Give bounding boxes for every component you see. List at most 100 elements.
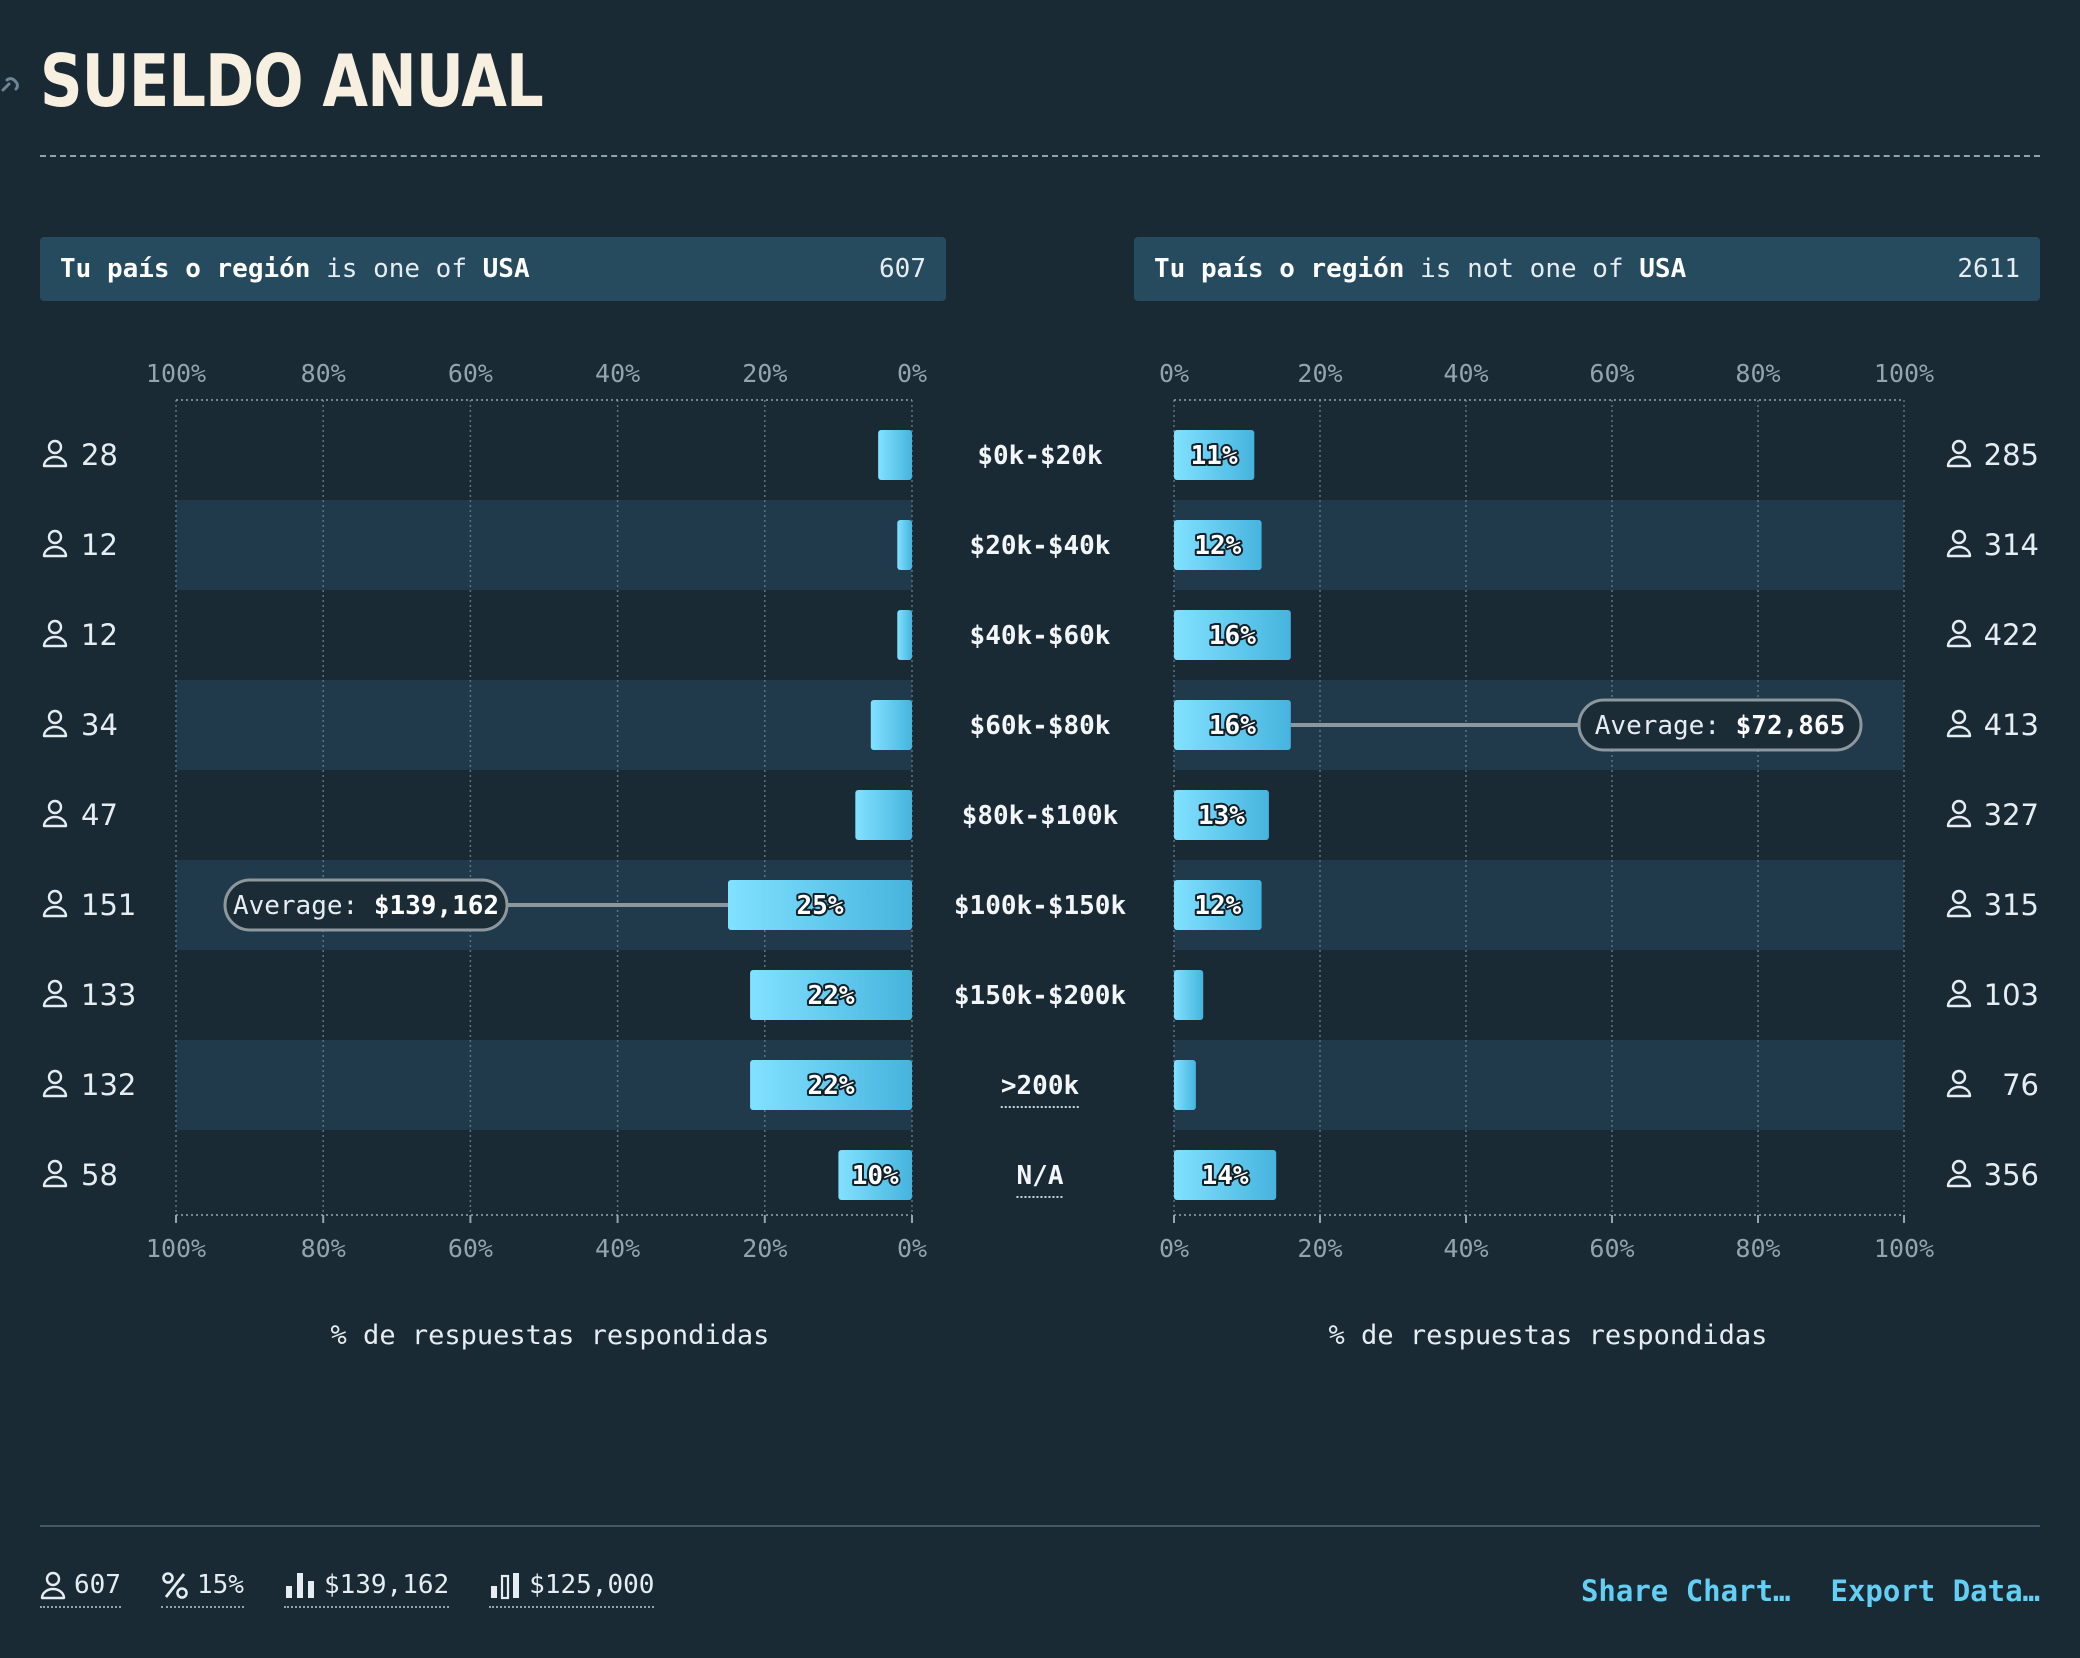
right-count: 356 xyxy=(1984,1158,2039,1192)
left-top-tick-label: 40% xyxy=(595,359,640,388)
left-person-icon xyxy=(42,709,68,738)
right-bar-label: 12% xyxy=(1194,531,1241,561)
right-row-band xyxy=(1174,500,1904,590)
right-row-band xyxy=(1174,1040,1904,1130)
category-label: >200k xyxy=(1001,1071,1080,1101)
left-row-band xyxy=(176,500,912,590)
left-bar xyxy=(878,430,912,480)
right-bottom-tick-label: 100% xyxy=(1874,1234,1934,1263)
left-top-tick-label: 20% xyxy=(742,359,787,388)
category-label: $0k-$20k xyxy=(977,441,1103,471)
right-count: 76 xyxy=(2002,1068,2039,1102)
respondents-stat[interactable]: 607 xyxy=(40,1570,121,1608)
left-count: 132 xyxy=(81,1068,136,1102)
left-person-icon xyxy=(42,439,68,468)
share-chart-button[interactable]: Share Chart… xyxy=(1581,1574,1791,1608)
right-bar-label: 16% xyxy=(1209,711,1256,741)
right-bottom-tick-label: 60% xyxy=(1589,1234,1634,1263)
right-bottom-tick-label: 80% xyxy=(1735,1234,1780,1263)
right-count: 315 xyxy=(1984,888,2039,922)
right-top-tick-label: 100% xyxy=(1874,359,1934,388)
left-person-icon xyxy=(42,529,68,558)
category-label: N/A xyxy=(1017,1161,1064,1191)
left-count: 34 xyxy=(81,708,118,742)
left-bar xyxy=(897,520,912,570)
category-label: $150k-$200k xyxy=(954,981,1127,1011)
right-person-icon xyxy=(1946,1069,1972,1098)
right-top-tick-label: 0% xyxy=(1159,359,1189,388)
average-chart-icon xyxy=(285,1573,314,1598)
left-bar-label: 25% xyxy=(797,891,844,921)
left-top-tick-label: 80% xyxy=(301,359,346,388)
export-data-button[interactable]: Export Data… xyxy=(1830,1574,2040,1608)
left-person-icon xyxy=(42,889,68,918)
right-bar-label: 11% xyxy=(1191,441,1238,471)
left-top-tick-label: 0% xyxy=(897,359,927,388)
right-bottom-tick-label: 40% xyxy=(1443,1234,1488,1263)
left-count: 151 xyxy=(81,888,136,922)
left-bottom-tick-label: 0% xyxy=(897,1234,927,1263)
right-person-icon xyxy=(1946,619,1972,648)
percent-value: 15% xyxy=(196,1570,244,1600)
left-bottom-tick-label: 80% xyxy=(301,1234,346,1263)
right-bar xyxy=(1174,970,1204,1020)
right-person-icon xyxy=(1946,529,1972,558)
footer-divider xyxy=(40,1525,2040,1527)
left-count: 12 xyxy=(81,528,118,562)
percent-stat[interactable]: 15% xyxy=(160,1570,244,1608)
right-person-icon xyxy=(1946,889,1972,918)
left-bar xyxy=(897,610,912,660)
right-count: 103 xyxy=(1984,978,2039,1012)
right-count: 285 xyxy=(1984,438,2039,472)
category-label: $40k-$60k xyxy=(970,621,1111,651)
median-value: $125,000 xyxy=(529,1570,655,1600)
left-person-icon xyxy=(42,1069,68,1098)
average-stat[interactable]: $139,162 xyxy=(283,1570,450,1608)
left-count: 12 xyxy=(81,618,118,652)
right-person-icon xyxy=(1946,439,1972,468)
left-top-tick-label: 100% xyxy=(146,359,206,388)
right-count: 314 xyxy=(1984,528,2039,562)
right-bottom-tick-label: 0% xyxy=(1159,1234,1189,1263)
right-top-tick-label: 20% xyxy=(1297,359,1342,388)
right-person-icon xyxy=(1946,1159,1972,1188)
left-row-band xyxy=(176,680,912,770)
average-value: $139,162 xyxy=(323,1570,450,1600)
left-bar xyxy=(870,700,912,750)
respondents-value: 607 xyxy=(74,1570,121,1600)
left-bar-label: 22% xyxy=(808,1071,855,1101)
right-person-icon xyxy=(1946,979,1972,1008)
left-bottom-tick-label: 60% xyxy=(448,1234,493,1263)
right-bar-label: 14% xyxy=(1202,1161,1249,1191)
salary-chart: 0% 0% 0% 0% 20% 20% 20% 20% 40% 40% 40% 40% 60% 60% 60… xyxy=(42,359,2039,1263)
footer-stats: 607 15% $139,162 $125,000 xyxy=(40,1570,655,1608)
left-bottom-tick-label: 100% xyxy=(146,1234,206,1263)
left-x-axis-title: % de respuestas respondidas xyxy=(330,1320,770,1351)
percent-icon xyxy=(162,1572,188,1599)
median-chart-icon xyxy=(491,1573,520,1600)
left-count: 58 xyxy=(81,1158,118,1192)
left-person-icon xyxy=(42,979,68,1008)
category-label: $100k-$150k xyxy=(954,891,1127,921)
right-bar-label: 16% xyxy=(1209,621,1256,651)
right-person-icon xyxy=(1946,799,1972,828)
right-top-tick-label: 60% xyxy=(1589,359,1634,388)
left-person-icon xyxy=(42,1159,68,1188)
category-label: $60k-$80k xyxy=(970,711,1111,741)
person-icon xyxy=(40,1571,66,1600)
right-person-icon xyxy=(1946,709,1972,738)
left-bottom-tick-label: 20% xyxy=(742,1234,787,1263)
right-top-tick-label: 40% xyxy=(1443,359,1488,388)
category-label: $80k-$100k xyxy=(962,801,1119,831)
left-bottom-tick-label: 40% xyxy=(595,1234,640,1263)
left-count: 47 xyxy=(81,798,118,832)
right-count: 413 xyxy=(1984,708,2039,742)
right-bottom-tick-label: 20% xyxy=(1297,1234,1342,1263)
right-x-axis-title: % de respuestas respondidas xyxy=(1328,1320,1768,1351)
footer-actions: Share Chart… Export Data… xyxy=(1581,1574,2040,1608)
right-average-text: Average: $72,865 xyxy=(1595,711,1845,741)
left-count: 28 xyxy=(81,438,118,472)
right-top-tick-label: 80% xyxy=(1735,359,1780,388)
median-stat[interactable]: $125,000 xyxy=(489,1570,655,1608)
left-count: 133 xyxy=(81,978,136,1012)
